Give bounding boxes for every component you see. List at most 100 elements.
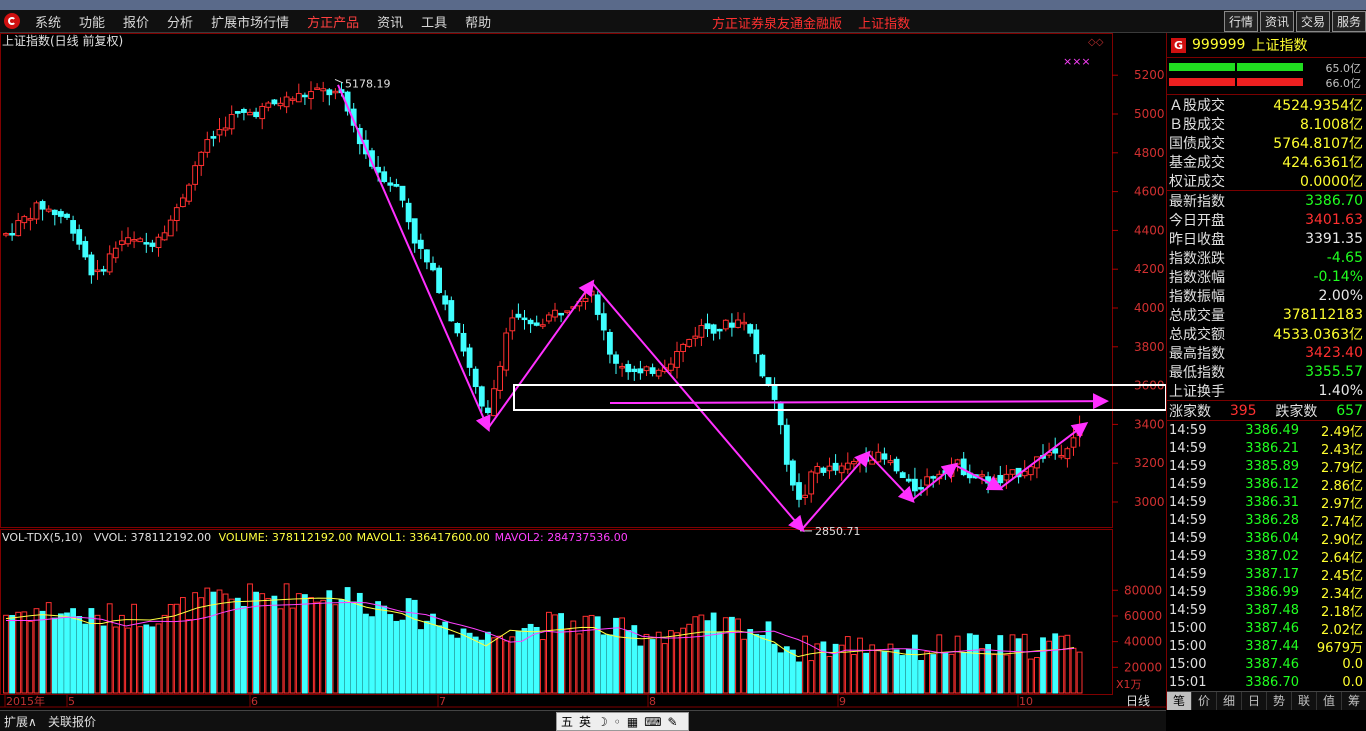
ime-icon-6[interactable]: ✎ (668, 715, 678, 729)
volume-bar-down (375, 601, 382, 694)
candle-up (564, 310, 571, 313)
candle-down (594, 294, 601, 315)
volume-bar-down (832, 643, 839, 694)
ime-icon-1[interactable]: 英 (579, 713, 591, 730)
kline-chart-area[interactable]: 5200 5000 4800 4600 4400 4200 4000 3800 3600 3400… (0, 33, 1166, 710)
ime-icon-2[interactable]: ☽ (597, 715, 608, 729)
volume-bar-up (802, 635, 809, 694)
kline-chart[interactable]: 5200500048004600440042004000380036003400… (0, 33, 1166, 710)
menu-item-1[interactable]: 功能 (70, 12, 114, 31)
right-button-3[interactable]: 服务 (1331, 11, 1366, 32)
volume-bar-down (417, 629, 424, 694)
menu-item-3[interactable]: 分析 (158, 12, 202, 31)
ime-icon-0[interactable]: 五 (561, 713, 573, 730)
ime-icon-4[interactable]: ▦ (627, 715, 638, 729)
volume-bar-down (381, 605, 388, 694)
menu-item-2[interactable]: 报价 (114, 12, 158, 31)
date-label: 5 (68, 695, 75, 708)
stat-value: 3423.40 (1305, 344, 1363, 361)
volume-bar-up (265, 597, 272, 694)
index-name: 上证指数 (858, 17, 911, 32)
candle-up (503, 332, 510, 371)
tick-time: 14:59 (1169, 602, 1207, 618)
quote-tab-3[interactable]: 日 (1242, 692, 1267, 710)
volume-bar-up (45, 602, 52, 694)
quote-tab-5[interactable]: 联 (1292, 692, 1317, 710)
tick-volume: 9679万 (1316, 640, 1363, 656)
stat-label: 昨日收盘 (1169, 231, 1225, 248)
volume-bar-down (942, 652, 949, 694)
volume-tick-label: 40000 (1124, 635, 1162, 649)
stat-label: 最新指数 (1169, 193, 1225, 210)
stat-label: 指数振幅 (1169, 288, 1225, 305)
candle-up (173, 207, 180, 222)
turnover-value: 0.0000亿 (1300, 173, 1363, 190)
candle-up (619, 365, 626, 369)
candle-down (417, 239, 424, 249)
volume-bar-up (167, 603, 174, 694)
quote-tab-6[interactable]: 值 (1317, 692, 1342, 710)
quote-code: 999999 (1192, 37, 1246, 53)
stat-value: 1.40% (1318, 382, 1363, 399)
quote-tab-2[interactable]: 细 (1217, 692, 1242, 710)
volume-bar-down (521, 628, 528, 694)
related-quotes-button[interactable]: 关联报价 (48, 713, 96, 730)
candle-up (735, 319, 741, 328)
candle-down (765, 377, 772, 385)
volume-bar-down (363, 613, 369, 694)
menu-item-4[interactable]: 扩展市场行情 (202, 12, 298, 31)
volume-bar-up (497, 635, 504, 694)
turnover-label: Ｂ股成交 (1169, 116, 1225, 133)
expand-button[interactable]: 扩展∧ (4, 713, 37, 730)
tick-time: 15:00 (1169, 638, 1207, 654)
candle-up (552, 309, 558, 318)
right-button-0[interactable]: 行情 (1223, 11, 1258, 32)
candle-up (33, 202, 40, 220)
buy-bar (1169, 63, 1235, 71)
volume-bar-down (143, 624, 150, 694)
ime-icon-5[interactable]: ⌨ (644, 715, 661, 729)
g-badge-icon: G (1171, 37, 1186, 53)
price-tick-label: 3400 (1134, 417, 1165, 431)
volume-unit-label: X1万 (1116, 678, 1142, 691)
volume-bar-up (661, 643, 668, 694)
volume-bar-down (997, 635, 1004, 694)
quote-tab-0[interactable]: 笔 (1167, 692, 1192, 710)
stat-row: 指数涨幅 -0.14% (1167, 267, 1366, 286)
quote-tab-1[interactable]: 价 (1192, 692, 1217, 710)
quote-tab-7[interactable]: 筹 (1342, 692, 1366, 710)
right-button-2[interactable]: 交易 (1295, 11, 1330, 32)
ime-icon-3[interactable]: ◦ (614, 715, 621, 729)
volume-bar-up (826, 655, 833, 694)
stat-row: 昨日收盘 3391.35 (1167, 229, 1366, 248)
tick-row: 14:59 3386.31 2.97亿 (1167, 493, 1366, 512)
candle-up (643, 366, 650, 372)
marker-glyph: ××× (1063, 55, 1091, 68)
menu-item-6[interactable]: 资讯 (368, 12, 412, 31)
tick-list[interactable]: 14:59 3386.49 2.49亿 14:59 3386.21 2.43亿 14:59 3… (1167, 421, 1366, 691)
quote-tab-4[interactable]: 势 (1267, 692, 1292, 710)
tick-row: 15:00 3387.46 0.0 (1167, 655, 1366, 673)
volume-bar-down (881, 650, 888, 694)
candle-down (912, 478, 918, 492)
ime-toolbar[interactable]: 五英 ☽ ◦ ▦ ⌨ ✎ (556, 712, 689, 731)
rise-label: 涨家数 (1169, 403, 1211, 420)
candle-up (320, 88, 327, 92)
support-zone-box (513, 384, 1166, 411)
candle-up (161, 232, 168, 241)
menu-item-5[interactable]: 方正产品 (298, 12, 368, 31)
volume-bar-up (283, 583, 290, 694)
candle-up (680, 343, 687, 352)
candle-up (582, 297, 589, 302)
volume-bar-down (39, 610, 46, 694)
menu-item-0[interactable]: 系统 (26, 12, 70, 31)
volume-bar-up (503, 640, 510, 694)
tick-time: 14:59 (1169, 530, 1207, 546)
volume-bar-down (753, 633, 760, 694)
volume-bar-up (222, 593, 229, 694)
volume-bar-down (783, 646, 790, 694)
volume-bar-up (851, 653, 857, 694)
right-button-1[interactable]: 资讯 (1259, 11, 1294, 32)
menu-item-8[interactable]: 帮助 (456, 12, 500, 31)
menu-item-7[interactable]: 工具 (412, 12, 456, 31)
